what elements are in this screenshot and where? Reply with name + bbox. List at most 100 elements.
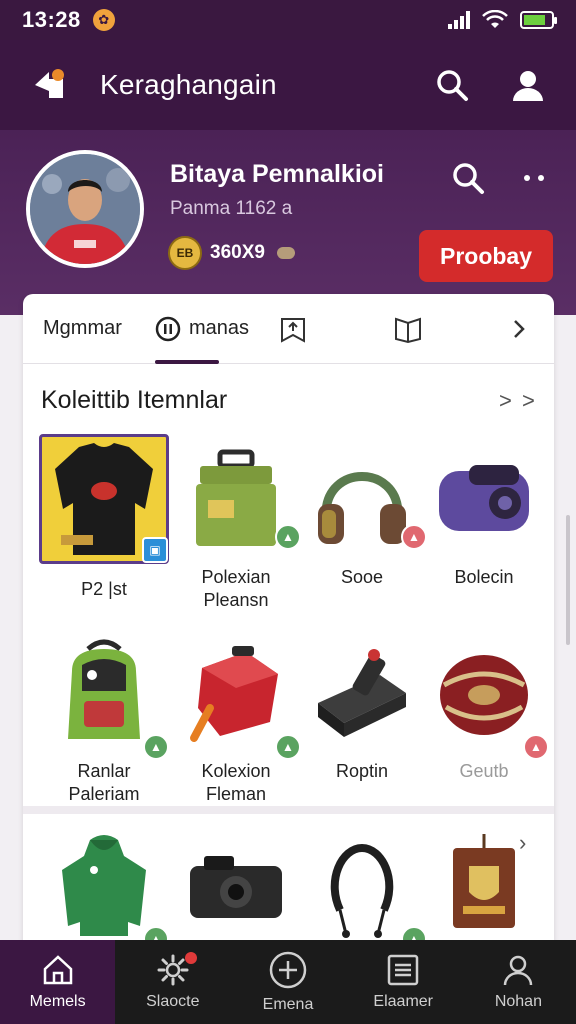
item-card[interactable]: ▲ <box>297 820 427 952</box>
item-thumb: ▲ <box>171 434 301 564</box>
signal-icon <box>448 11 470 29</box>
avatar[interactable] <box>26 150 144 268</box>
item-card[interactable]: Bolecin <box>419 434 549 589</box>
home-icon <box>43 955 72 985</box>
pause-circle-icon <box>155 316 181 341</box>
nav-label: Elaamer <box>373 993 433 1010</box>
more-dots-icon <box>524 175 544 181</box>
device-icon <box>318 649 406 737</box>
tab-next[interactable] <box>509 294 529 364</box>
scrollbar[interactable] <box>566 515 570 645</box>
speaker-icon <box>439 465 529 531</box>
search-icon <box>437 70 468 101</box>
item-thumb: ▲ <box>297 820 427 952</box>
item-thumb: ▲ <box>297 434 427 564</box>
item-card[interactable] <box>171 820 301 950</box>
item-thumb <box>419 434 549 564</box>
app-bar: Keraghangain <box>0 40 576 130</box>
profile-search-button[interactable] <box>448 158 488 198</box>
item-thumb <box>297 628 427 758</box>
search-button[interactable] <box>432 65 472 105</box>
item-card[interactable]: ▲ Sooe <box>297 434 427 589</box>
follow-button[interactable]: Proobay <box>419 230 553 282</box>
status-bar: 13:28 ✿ <box>0 0 576 40</box>
token-icon <box>276 247 295 259</box>
collection-card: Mgmmar manas Koleittib Itemnlar > > ▣ P2… <box>23 294 554 954</box>
nav-label: Nohan <box>494 993 542 1010</box>
item-card[interactable]: ▲ Geutb <box>419 628 549 783</box>
nav-add[interactable]: Emena <box>230 940 345 1024</box>
profile-subtitle: Panma 1162 a <box>170 198 293 219</box>
status-icon: ▲ <box>143 734 169 760</box>
item-card[interactable]: Roptin <box>297 628 427 783</box>
item-label: Kolexion Fleman <box>201 761 271 804</box>
search-icon <box>453 163 484 194</box>
item-card[interactable]: ▲ Polexian Pleansn <box>171 434 301 612</box>
plaque-icon <box>453 834 515 928</box>
headphones-icon <box>318 472 406 544</box>
toolbox-icon <box>196 449 276 546</box>
nav-list[interactable]: Elaamer <box>346 940 461 1024</box>
tab-2[interactable]: manas <box>155 294 249 364</box>
item-card[interactable]: ▲ Kolexion Fleman <box>171 628 301 806</box>
see-more-link[interactable]: > > <box>499 388 537 414</box>
more-options-button[interactable] <box>514 158 554 198</box>
hoodie-icon <box>62 835 146 936</box>
back-button[interactable] <box>28 63 72 107</box>
tab-1[interactable]: Mgmmar <box>43 294 122 364</box>
item-label: Ranlar Paleriam <box>68 761 140 804</box>
status-icon: ▲ <box>523 734 549 760</box>
notification-icon: ✿ <box>92 9 115 31</box>
nav-label: Slaocte <box>146 993 200 1010</box>
nav-home[interactable]: Memels <box>0 940 116 1024</box>
status-time: 13:28 <box>22 7 81 32</box>
camera-icon <box>190 856 282 918</box>
account-button[interactable] <box>508 65 548 105</box>
item-thumb: ▲ <box>39 820 169 952</box>
item-thumb: ▣ <box>39 434 169 564</box>
tab-label: Mgmmar <box>43 317 122 339</box>
item-label: P2 |st <box>81 579 127 599</box>
nav-label: Memels <box>29 993 86 1010</box>
player-photo-icon <box>30 154 140 264</box>
tab-bar: Mgmmar manas <box>23 294 554 364</box>
book-icon <box>395 317 421 343</box>
item-card[interactable]: ▲ <box>39 820 169 952</box>
item-label: Polexian Pleansn <box>201 567 271 610</box>
item-card[interactable]: ▣ P2 |st <box>39 434 169 601</box>
item-label: Sooe <box>340 567 384 587</box>
toolcase-icon <box>190 646 278 742</box>
notification-dot <box>185 952 198 964</box>
bottom-nav: Memels Slaocte Emena Elaamer Nohan <box>0 940 576 1024</box>
user-icon <box>513 71 543 101</box>
plus-circle-icon <box>269 951 307 989</box>
section-title: Koleittib Itemnlar <box>41 386 228 414</box>
nav-settings[interactable]: Slaocte <box>115 940 230 1024</box>
item-label: Bolecin <box>454 567 514 587</box>
item-card[interactable]: ▲ Ranlar Paleriam <box>39 628 169 806</box>
home-back-icon <box>35 69 64 98</box>
coin-amount: 360X9 <box>210 242 265 263</box>
item-label: Roptin <box>335 761 389 781</box>
tab-4[interactable] <box>393 294 423 364</box>
bookmark-upload-icon <box>281 317 305 343</box>
profile-header: Bitaya Pemnalkioi Panma 1162 a EB 360X9 … <box>0 130 576 315</box>
wifi-icon <box>482 10 508 28</box>
nav-profile[interactable]: Nohan <box>461 940 576 1024</box>
list-icon <box>387 954 419 986</box>
tab-3[interactable] <box>279 294 307 364</box>
neckband-headphones-icon <box>330 843 394 938</box>
backpack-icon <box>68 639 140 739</box>
coin-balance: EB 360X9 <box>168 236 295 270</box>
ball-icon <box>440 655 528 735</box>
battery-icon <box>520 11 557 29</box>
item-thumb <box>419 820 549 950</box>
image-icon: ▣ <box>142 537 168 563</box>
profile-name: Bitaya Pemnalkioi <box>170 160 384 188</box>
item-card[interactable] <box>419 820 549 950</box>
nav-label: Emena <box>262 996 314 1013</box>
item-thumb: ▲ <box>171 628 301 760</box>
item-label: Geutb <box>459 761 509 781</box>
row-divider <box>23 806 554 814</box>
user-icon <box>504 955 533 986</box>
